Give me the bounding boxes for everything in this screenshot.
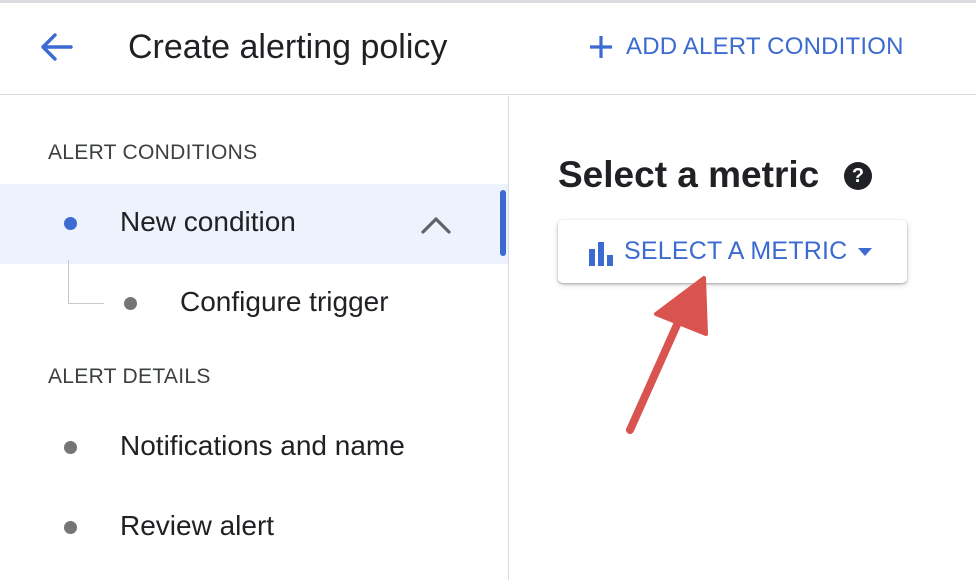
sidebar: ALERT CONDITIONS New condition Configure…	[0, 96, 509, 580]
active-indicator	[500, 190, 506, 256]
step-bullet	[64, 441, 77, 454]
step-bullet	[64, 217, 77, 230]
help-icon[interactable]: ?	[844, 162, 872, 190]
back-button[interactable]	[28, 27, 84, 67]
arrow-back-icon	[41, 33, 73, 61]
sidebar-item-review-alert[interactable]: Review alert	[0, 488, 508, 568]
bar-chart-icon	[589, 242, 613, 266]
sidebar-item-configure-trigger[interactable]: Configure trigger	[0, 264, 508, 344]
sidebar-item-label: Configure trigger	[180, 286, 389, 317]
step-bullet	[124, 297, 137, 310]
page-title: Create alerting policy	[128, 28, 448, 66]
sidebar-item-label: Review alert	[120, 510, 275, 541]
page-header: Create alerting policy ADD ALERT CONDITI…	[0, 3, 976, 95]
select-metric-button[interactable]: SELECT A METRIC	[558, 220, 907, 283]
alert-details-heading: ALERT DETAILS	[48, 365, 211, 388]
add-alert-condition-button[interactable]: ADD ALERT CONDITION	[588, 27, 904, 67]
plus-icon	[590, 36, 612, 58]
alert-conditions-heading: ALERT CONDITIONS	[48, 141, 258, 164]
section-title: Select a metric	[558, 154, 820, 195]
sidebar-item-label: New condition	[120, 206, 296, 237]
dropdown-caret-icon	[858, 248, 872, 256]
step-bullet	[64, 521, 77, 534]
chevron-up-icon[interactable]	[418, 208, 454, 240]
sidebar-item-notifications[interactable]: Notifications and name	[0, 408, 508, 488]
sidebar-item-new-condition[interactable]: New condition	[0, 184, 508, 264]
main-panel: Select a metric ? SELECT A METRIC	[510, 96, 976, 580]
add-alert-condition-label: ADD ALERT CONDITION	[626, 33, 904, 60]
sidebar-item-label: Notifications and name	[120, 430, 405, 461]
select-metric-label: SELECT A METRIC	[624, 237, 848, 265]
